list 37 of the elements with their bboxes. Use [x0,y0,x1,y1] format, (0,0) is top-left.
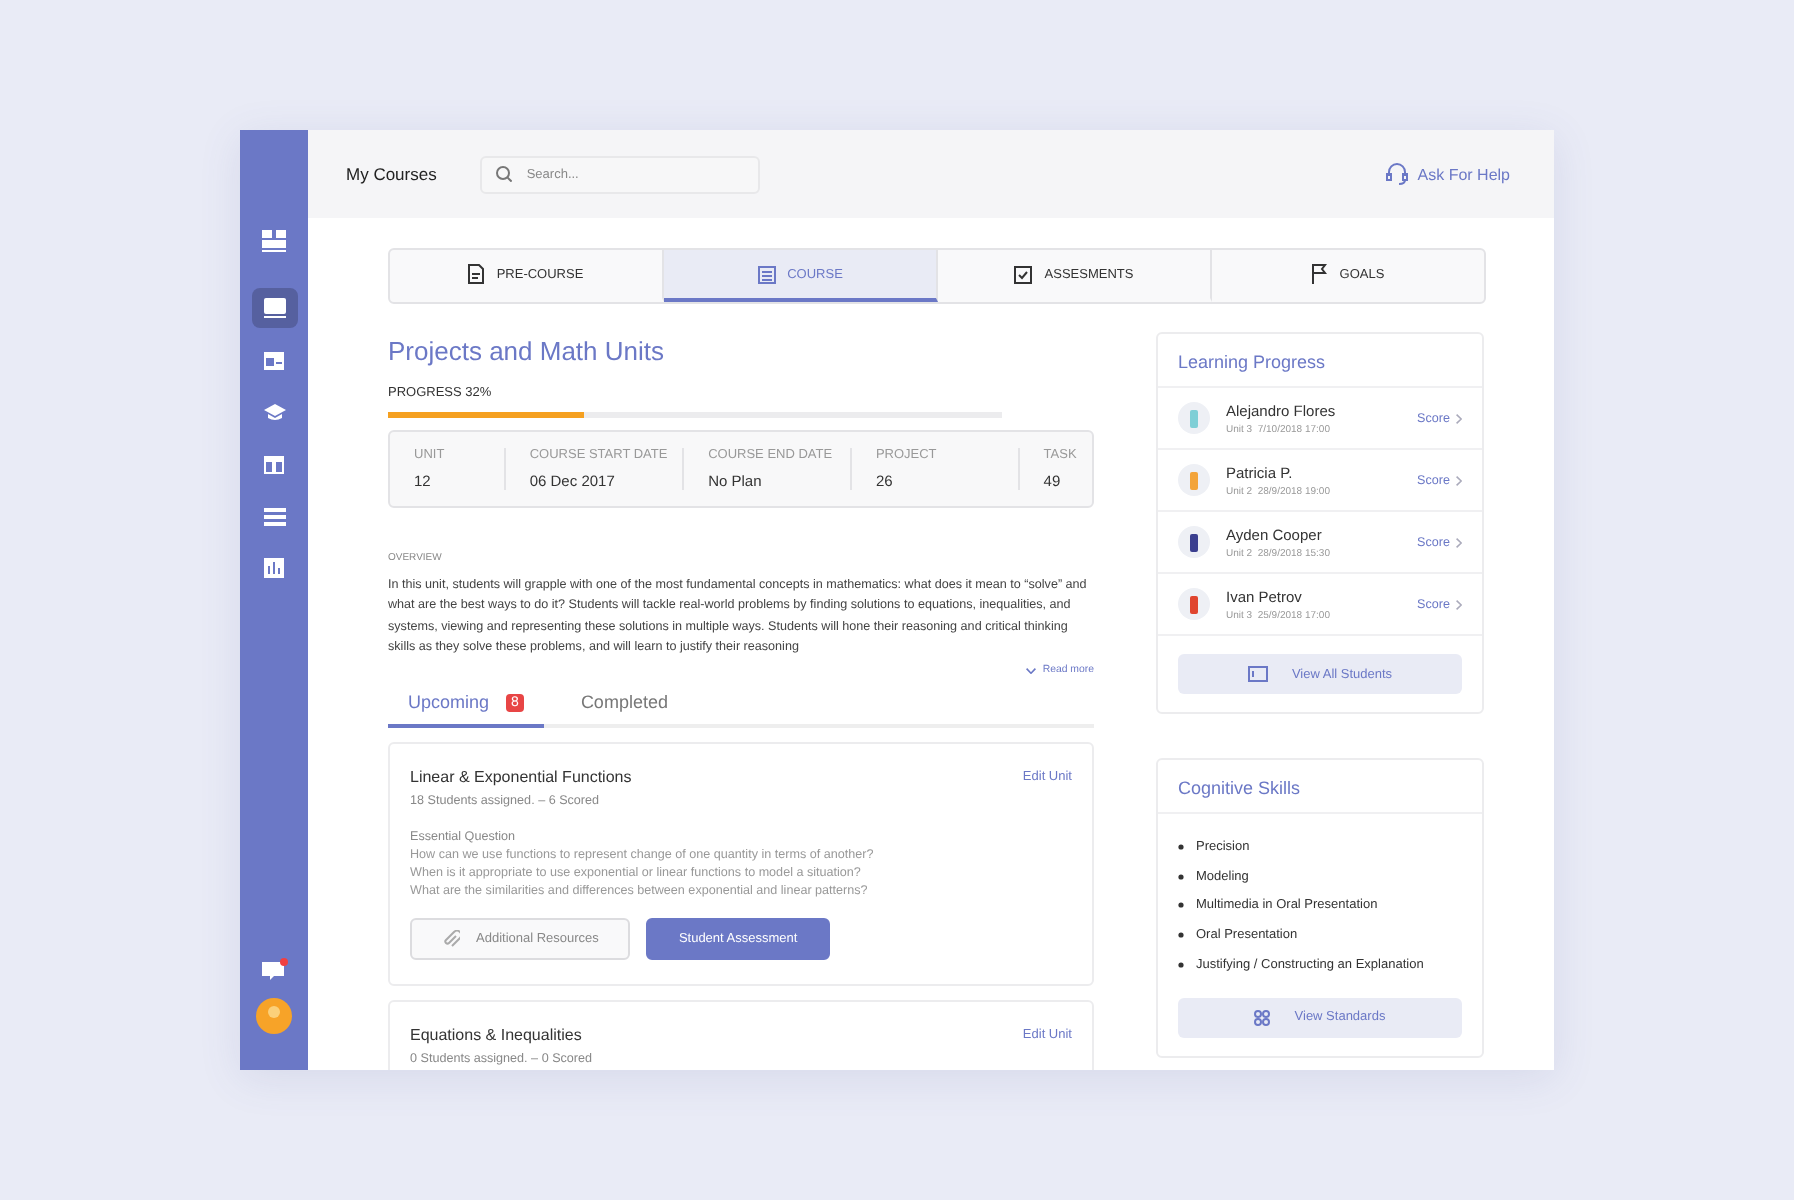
chevron-right-icon [1456,413,1462,423]
bullet-icon [1178,873,1184,880]
list-icon [263,507,285,525]
course-title: Projects and Math Units [388,336,667,366]
unit-title: Equations & Inequalities [410,1026,582,1044]
flag-icon [1311,264,1328,284]
document-icon [468,264,485,284]
panel-title: Learning Progress [1158,334,1482,388]
search-icon [496,166,513,182]
chat-icon[interactable] [261,958,287,982]
chevron-right-icon [1456,475,1462,485]
chevron-right-icon [1456,537,1462,547]
paperclip-icon [442,930,460,948]
bar-chart-icon [264,558,284,578]
graduation-cap-icon [263,404,285,420]
avatar[interactable] [256,998,292,1034]
headset-icon [1385,162,1408,186]
sidebar-item[interactable] [251,288,297,328]
unit-tab[interactable]: Completed [560,692,688,728]
calendar-icon [264,454,284,474]
chevron-right-icon [1456,599,1462,609]
unit-title: Linear & Exponential Functions [410,768,632,786]
bullet-icon [1178,843,1184,850]
grid-icon [1254,1009,1271,1026]
layout-icon [264,351,284,369]
bullet-icon [1178,932,1184,939]
card-icon [1247,666,1268,682]
bullet-icon [1178,962,1184,969]
panel-title: Cognitive Skills [1158,760,1482,814]
bullet-icon [1178,902,1184,909]
chevron-down-icon [1026,667,1037,673]
logo-icon [262,229,286,251]
help-link[interactable]: Ask For Help [1385,162,1510,186]
book-icon [263,298,285,318]
page-title: My Courses [346,164,437,184]
clipboard-check-icon [1014,264,1033,284]
calendar-icon [757,264,776,284]
